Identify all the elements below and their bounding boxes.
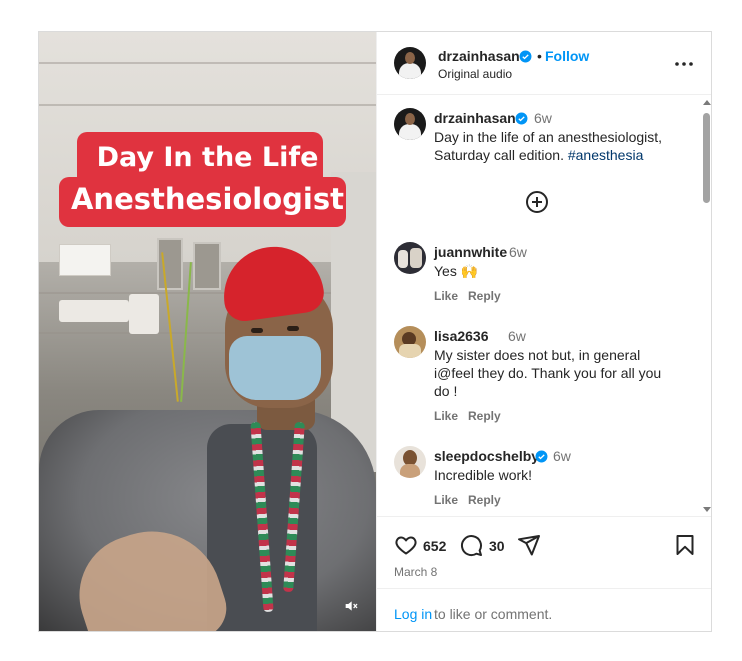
surgical-mask xyxy=(229,336,321,400)
scroll-down-icon[interactable] xyxy=(703,507,711,512)
comments-count[interactable]: 30 xyxy=(489,538,505,554)
comment-text: Yes 🙌 xyxy=(434,263,479,279)
avatar[interactable] xyxy=(394,47,426,79)
comment-time[interactable]: 6w xyxy=(509,244,527,260)
comments-list[interactable]: drzainhasan 6w Day in the life of an ane… xyxy=(377,95,711,517)
owner-caption: Day in the life of an anesthesiologist, … xyxy=(434,128,674,164)
ceiling-line xyxy=(39,62,376,64)
load-more-comments-icon[interactable] xyxy=(525,190,549,214)
audio-label[interactable]: Original audio xyxy=(438,67,512,81)
post-date[interactable]: March 8 xyxy=(394,565,437,579)
video-caption-line1: Day In the Life xyxy=(96,142,319,173)
wall-panel xyxy=(157,238,183,290)
ceiling-line xyxy=(39,104,376,106)
comment-text: Incredible work! xyxy=(434,467,533,483)
post-header: drzainhasan • Follow Original audio xyxy=(377,32,711,95)
comment-avatar[interactable] xyxy=(394,326,426,358)
scroll-up-icon[interactable] xyxy=(703,100,711,105)
comment-username[interactable]: lisa2636 xyxy=(434,328,489,344)
verified-badge-icon xyxy=(515,112,528,125)
post-video[interactable]: Day In the Life Anesthesiologist xyxy=(39,32,376,631)
comment-avatar[interactable] xyxy=(394,446,426,478)
comment-text: My sister does not but, in general i@fee… xyxy=(434,347,662,399)
pipe xyxy=(59,300,129,322)
comment-time[interactable]: 6w xyxy=(553,448,571,464)
reply-comment-button[interactable]: Reply xyxy=(468,409,501,423)
like-comment-button[interactable]: Like xyxy=(434,289,458,303)
owner-comment-time[interactable]: 6w xyxy=(534,110,552,126)
comment-username[interactable]: sleepdocshelby xyxy=(434,448,539,464)
reply-comment-button[interactable]: Reply xyxy=(468,493,501,507)
separator-dot: • xyxy=(537,48,542,64)
speaker-muted-icon xyxy=(345,601,358,611)
comment-time[interactable]: 6w xyxy=(508,328,526,344)
ceiling-light xyxy=(59,244,111,276)
scrollbar-thumb[interactable] xyxy=(703,113,710,203)
bookmark-icon[interactable] xyxy=(673,533,697,557)
comment-username[interactable]: juannwhite xyxy=(434,244,507,260)
reply-comment-button[interactable]: Reply xyxy=(468,289,501,303)
verified-badge-icon xyxy=(535,450,548,463)
owner-avatar[interactable] xyxy=(394,108,426,140)
wall-panel xyxy=(193,242,221,290)
header-username[interactable]: drzainhasan xyxy=(438,48,520,64)
follow-button[interactable]: Follow xyxy=(545,48,589,64)
mute-button[interactable] xyxy=(339,594,363,618)
owner-username[interactable]: drzainhasan xyxy=(434,110,516,126)
verified-badge-icon xyxy=(519,50,532,63)
more-options-icon[interactable] xyxy=(672,56,696,72)
pipe xyxy=(129,294,159,334)
likes-count[interactable]: 652 xyxy=(423,538,446,554)
person-eye xyxy=(287,326,299,331)
video-caption-line2: Anesthesiologist xyxy=(70,182,344,216)
ceiling-line xyxy=(39,292,376,294)
heart-icon[interactable] xyxy=(394,533,418,557)
hashtag-link[interactable]: #anesthesia xyxy=(568,147,644,163)
post-card: Day In the Life Anesthesiologist drzainh… xyxy=(38,31,712,632)
comment-icon[interactable] xyxy=(459,533,483,557)
login-link[interactable]: Log in xyxy=(394,606,432,622)
share-icon[interactable] xyxy=(517,533,541,557)
comment-avatar[interactable] xyxy=(394,242,426,274)
like-comment-button[interactable]: Like xyxy=(434,409,458,423)
post-details-panel: drzainhasan • Follow Original audio drza… xyxy=(376,32,711,631)
login-prompt-text: to like or comment. xyxy=(434,606,553,622)
login-footer: Log in to like or comment. xyxy=(377,588,711,631)
post-actions: 652 30 March 8 xyxy=(377,518,711,588)
like-comment-button[interactable]: Like xyxy=(434,493,458,507)
person-eye xyxy=(251,328,263,333)
